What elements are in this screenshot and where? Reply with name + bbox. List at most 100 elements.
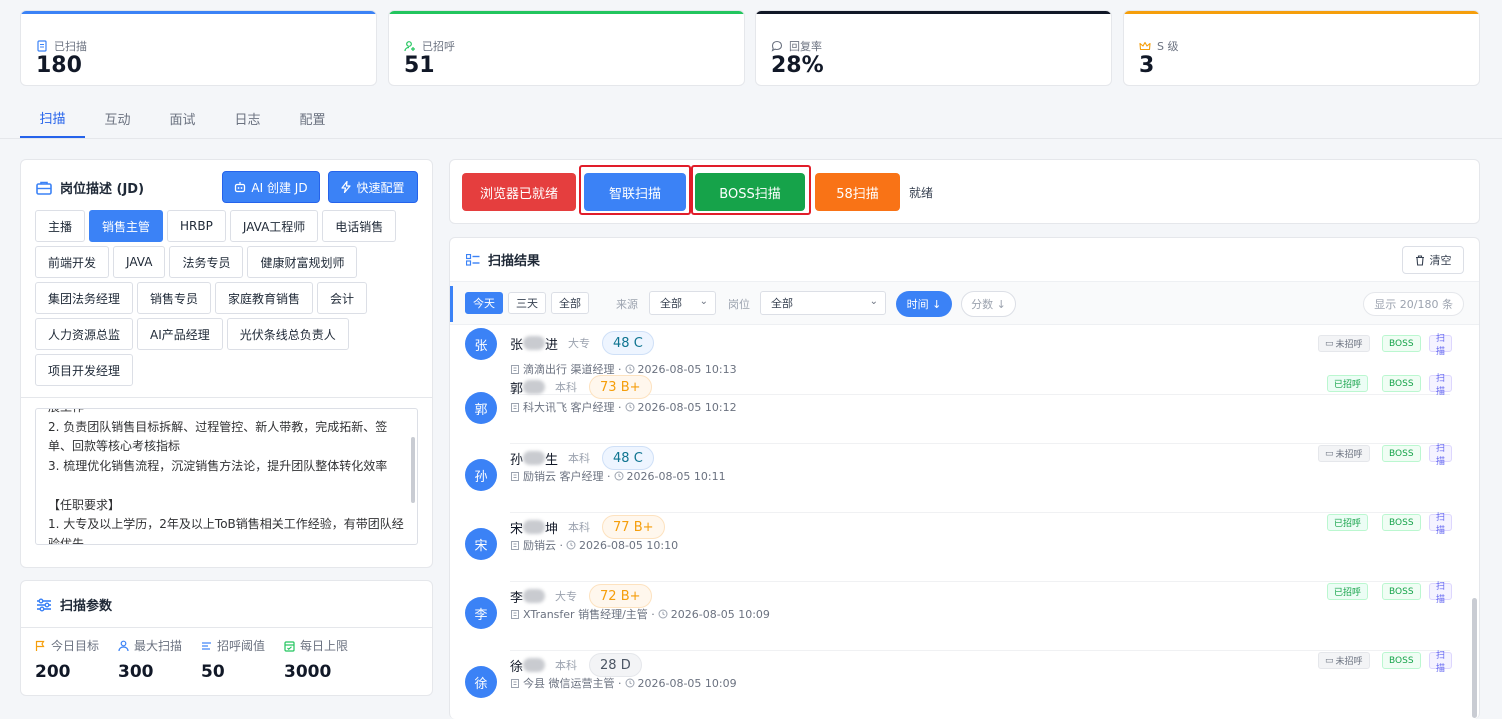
position-chip[interactable]: 销售专员	[137, 282, 212, 314]
candidate-name: 宋 坤本科 77 B+	[510, 515, 665, 539]
stat-card: 已扫描 180	[20, 10, 377, 86]
param-item: 今日目标 200	[35, 637, 99, 682]
greet-status-text: 已招呼	[1334, 380, 1362, 390]
position-chip[interactable]: 主播	[35, 210, 86, 242]
filter-today[interactable]: 今天	[465, 292, 503, 314]
position-chip[interactable]: JAVA工程师	[229, 210, 319, 242]
jd-textarea[interactable]: 展工作2. 负责团队销售目标拆解、过程管控、新人带教，完成拓新、签单、回款等核心…	[35, 408, 418, 545]
robot-icon	[235, 182, 246, 193]
company-position: XTransfer 销售经理/主管 ·	[523, 608, 655, 621]
candidate-surname: 徐	[510, 659, 524, 675]
building-icon	[511, 472, 519, 481]
name-redaction	[523, 520, 546, 534]
filter-all[interactable]: 全部	[551, 292, 589, 314]
candidate-row[interactable]: 徐徐 本科 28 D 今县 微信运营主管 · 2026-08-05 10:09 ▭ 未招呼…	[450, 651, 1453, 706]
stat-label: S 级	[1139, 38, 1178, 54]
score-badge: 73 B+	[589, 375, 652, 399]
clock-icon	[566, 540, 576, 550]
position-chip[interactable]: 前端开发	[35, 246, 110, 278]
position-chip[interactable]: JAVA	[113, 246, 166, 278]
flag-icon	[35, 640, 46, 652]
source-tag: 扫描	[1429, 651, 1453, 674]
param-item: 每日上限 3000	[284, 637, 348, 682]
candidate-name: 徐 本科 28 D	[510, 653, 642, 677]
candidate-row[interactable]: 郭郭本科 73 B+ 科大讯飞 客户经理 · 2026-08-05 10:12 已招呼…	[450, 374, 1453, 444]
position-chip[interactable]: 项目开发经理	[35, 354, 134, 386]
greet-status-tag: ▭ 未招呼	[1318, 445, 1370, 462]
candidate-row[interactable]: 李李 大专 72 B+ XTransfer 销售经理/主管 · 2026-08-05 …	[450, 582, 1453, 651]
highlight-frame-boss	[691, 165, 811, 215]
jd-scrollbar[interactable]	[411, 437, 415, 503]
position-chip[interactable]: 电话销售	[322, 210, 397, 242]
param-value: 50	[201, 662, 225, 682]
position-chip[interactable]: HRBP	[167, 210, 226, 242]
candidate-meta: 科大讯飞 客户经理 · 2026-08-05 10:12	[510, 399, 737, 415]
position-chip[interactable]: 人力资源总监	[35, 318, 134, 350]
sort-by-time[interactable]: 时间 ↓	[896, 291, 952, 317]
source-select-value: 全部	[660, 297, 682, 310]
jd-text-line: 【任职要求】	[48, 497, 121, 512]
tab-interview[interactable]: 面试	[150, 98, 215, 138]
tab-interaction[interactable]: 互动	[85, 98, 150, 138]
source-label: 来源	[616, 298, 638, 311]
sort-by-score[interactable]: 分数 ↓	[961, 291, 1016, 317]
ai-create-jd-button[interactable]: AI 创建 JD	[222, 171, 320, 203]
crown-icon	[1139, 40, 1151, 52]
quick-config-button[interactable]: 快速配置	[328, 171, 418, 203]
position-chip[interactable]: 集团法务经理	[35, 282, 134, 314]
stat-value: 51	[404, 53, 435, 78]
scan-time: 2026-08-05 10:13	[637, 362, 737, 376]
source-select[interactable]: 全部 ⌄	[649, 291, 716, 315]
position-chip[interactable]: 健康财富规划师	[247, 246, 358, 278]
stat-accent-bar	[1124, 11, 1479, 14]
score-badge: 48 C	[602, 331, 654, 355]
position-chip[interactable]: 销售主管	[89, 210, 164, 242]
position-select[interactable]: 全部 ⌄	[760, 291, 886, 315]
avatar: 徐	[465, 666, 497, 698]
position-chip[interactable]: 家庭教育销售	[215, 282, 314, 314]
list-scrollbar[interactable]	[1472, 598, 1477, 718]
candidate-meta: 今县 微信运营主管 · 2026-08-05 10:09	[510, 675, 737, 691]
greet-status-text: 已招呼	[1334, 519, 1362, 529]
tab-config[interactable]: 配置	[280, 98, 345, 138]
company-position: 励销云 客户经理 ·	[523, 470, 611, 483]
browser-ready-button[interactable]: 浏览器已就绪	[462, 173, 576, 211]
jd-text-content: 展工作2. 负责团队销售目标拆解、过程管控、新人带教，完成拓新、签单、回款等核心…	[48, 409, 404, 544]
candidate-education: 本科	[555, 659, 578, 672]
jd-card: 岗位描述 (JD) AI 创建 JD 快速配置 主播 销售主管 HRBP JAVA工程…	[20, 159, 433, 568]
candidate-row[interactable]: 孙孙 生本科 48 C 励销云 客户经理 · 2026-08-05 10:11 ▭ 未招呼…	[450, 444, 1453, 513]
building-icon	[511, 610, 519, 619]
score-badge: 28 D	[589, 653, 642, 677]
greet-status-text: 已招呼	[1334, 588, 1362, 598]
candidate-education: 大专	[555, 590, 578, 603]
candidate-surname: 宋	[510, 521, 524, 537]
position-chip[interactable]: AI产品经理	[137, 318, 223, 350]
results-card: 扫描结果 清空 今天 三天 全部 来源 全部 ⌄ 岗位 全部 ⌄ 时间 ↓ 分数 ↓…	[449, 237, 1480, 719]
score-badge: 77 B+	[602, 515, 665, 539]
stat-accent-bar	[21, 11, 376, 14]
tab-scan[interactable]: 扫描	[20, 98, 85, 138]
clear-button[interactable]: 清空	[1402, 246, 1464, 274]
candidate-meta: 励销云 · 2026-08-05 10:10	[510, 537, 678, 553]
tab-log[interactable]: 日志	[215, 98, 280, 138]
avatar: 郭	[465, 392, 497, 424]
stat-accent-bar	[389, 11, 744, 14]
jd-text-line: 3. 梳理优化销售流程，沉淀销售方法论，提升团队整体转化效率	[48, 458, 388, 473]
clock-icon	[658, 609, 668, 619]
candidate-row[interactable]: 宋宋坤本科 77 B+ 励销云 · 2026-08-05 10:10 已招呼 BOSS 扫…	[450, 513, 1453, 582]
scan-time: 2026-08-05 10:09	[670, 607, 770, 621]
filter-three-days[interactable]: 三天	[508, 292, 546, 314]
jd-text-line: 展工作	[48, 409, 395, 418]
clock-icon	[625, 364, 634, 374]
position-chip[interactable]: 光伏条线总负责人	[226, 318, 349, 350]
score-badge: 48 C	[602, 446, 654, 470]
avatar: 李	[465, 597, 497, 629]
candidate-given-name: 生	[545, 452, 559, 468]
platform-tag: BOSS	[1382, 335, 1421, 352]
58-scan-button[interactable]: 58扫描	[815, 173, 900, 211]
position-chip[interactable]: 会计	[317, 282, 368, 314]
param-label-text: 招呼阈值	[217, 639, 266, 653]
candidate-meta: 励销云 客户经理 · 2026-08-05 10:11	[510, 468, 726, 484]
avatar: 张	[465, 328, 497, 360]
position-chip[interactable]: 法务专员	[169, 246, 244, 278]
